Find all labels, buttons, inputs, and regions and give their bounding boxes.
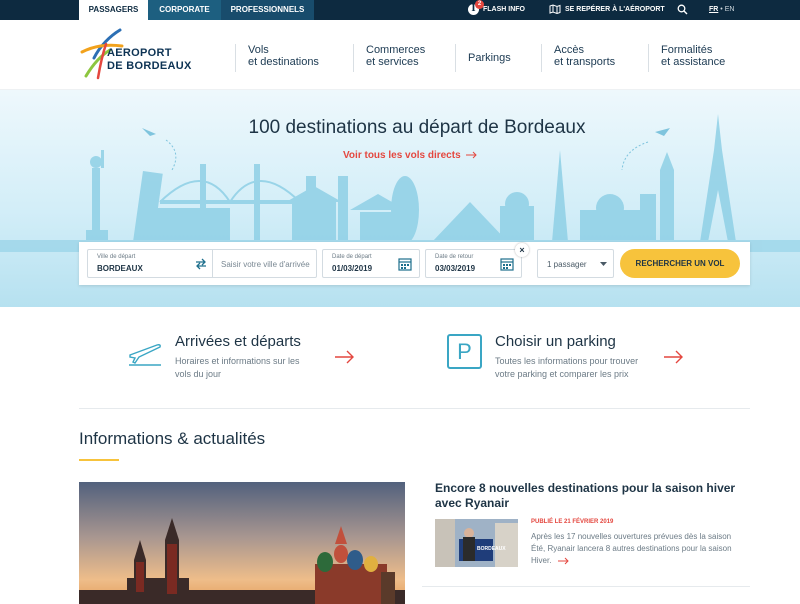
passengers-value: 1 passager	[547, 260, 587, 269]
nav-commerces-line2: et services	[366, 56, 419, 68]
departure-city-label: Ville de départ	[97, 254, 136, 260]
nav-vols-line1: Vols	[248, 44, 269, 56]
calendar-icon	[398, 258, 412, 271]
search-icon	[677, 4, 688, 15]
top-bar: PASSAGERS CORPORATE PROFESSIONNELS i 2 FLA…	[0, 0, 800, 20]
map-icon	[549, 4, 561, 15]
news-article-title[interactable]: Encore 8 nouvelles destinations pour la …	[435, 481, 755, 511]
news-article-thumbnail[interactable]: BORDEAUX	[435, 519, 518, 567]
airport-map-label: SE REPÉRER À L'AÉROPORT	[565, 6, 665, 13]
departure-date-field[interactable]: Date de départ 01/03/2019	[322, 249, 420, 278]
arrivals-departures-title[interactable]: Arrivées et départs	[175, 333, 301, 350]
section-divider	[79, 408, 750, 409]
departure-date-value: 01/03/2019	[332, 264, 373, 273]
departure-city-value: BORDEAUX	[97, 264, 143, 273]
parking-desc: Toutes les informations pour trouver vot…	[495, 355, 638, 381]
news-article-date: PUBLIÉ LE 21 FÉVRIER 2019	[531, 519, 614, 525]
departure-city-field[interactable]: Ville de départ BORDEAUX Saisir votre vi…	[87, 249, 317, 278]
flight-search-form: Ville de départ BORDEAUX Saisir votre vi…	[79, 242, 750, 285]
arrow-right-icon[interactable]	[557, 557, 570, 565]
hero-title: 100 destinations au départ de Bordeaux	[248, 117, 586, 138]
flash-info-link[interactable]: i 2 FLASH INFO	[468, 0, 525, 20]
nav-formalites[interactable]: Formalités et assistance	[648, 44, 725, 72]
all-flights-link[interactable]: Voir tous les vols directs	[343, 150, 478, 161]
nav-parkings[interactable]: Parkings	[455, 44, 511, 72]
search-button[interactable]	[677, 0, 688, 20]
airport-logo-text[interactable]: AEROPORT DE BORDEAUX	[107, 47, 192, 73]
news-featured-image[interactable]	[79, 482, 405, 604]
notification-badge: 2	[475, 0, 484, 9]
arrivals-desc-line1: Horaires et informations sur les	[175, 356, 300, 366]
all-flights-label: Voir tous les vols directs	[343, 150, 461, 161]
departure-date-label: Date de départ	[332, 254, 372, 260]
nav-acces-line1: Accès	[554, 44, 584, 56]
arrow-right-icon[interactable]	[335, 350, 355, 364]
swap-icon[interactable]	[195, 258, 207, 270]
nav-acces[interactable]: Accès et transports	[541, 44, 615, 72]
info-icon: i2	[468, 0, 484, 15]
parking-icon: P	[447, 334, 482, 369]
logo-line-1: AEROPORT	[107, 47, 172, 59]
nav-parkings-label: Parkings	[468, 52, 511, 64]
calendar-icon	[500, 258, 514, 271]
lang-fr[interactable]: FR	[709, 6, 718, 13]
search-flight-button[interactable]: RECHERCHER UN VOL	[620, 249, 740, 278]
return-date-value: 03/03/2019	[435, 264, 476, 273]
tab-passagers[interactable]: PASSAGERS	[79, 0, 148, 20]
main-header: AEROPORT DE BORDEAUX Vols et destination…	[0, 20, 800, 90]
language-switcher: FR • EN	[709, 0, 734, 20]
arrivals-departures-desc: Horaires et informations sur les vols du…	[175, 355, 300, 381]
ryanair-promo-illustration	[435, 519, 518, 567]
chevron-down-icon	[600, 262, 607, 266]
nav-vols-line2: et destinations	[248, 56, 319, 68]
return-date-label: Date de retour	[435, 254, 474, 260]
nav-formalites-line2: et assistance	[661, 56, 726, 68]
news-divider	[422, 586, 750, 587]
arrival-city-input[interactable]: Saisir votre ville d'arrivée	[221, 260, 310, 269]
arrow-right-icon	[466, 152, 478, 159]
news-article-excerpt: Après les 17 nouvelles ouvertures prévue…	[531, 531, 743, 567]
airport-map-link[interactable]: SE REPÉRER À L'AÉROPORT	[549, 0, 665, 20]
plane-takeoff-icon	[129, 344, 161, 366]
flash-info-label: FLASH INFO	[483, 6, 525, 13]
news-section-title: Informations & actualités	[79, 429, 266, 448]
title-underline	[79, 459, 119, 461]
lang-en[interactable]: EN	[725, 6, 735, 13]
parking-desc-line2: votre parking et comparer les prix	[495, 369, 629, 379]
arrivals-desc-line2: vols du jour	[175, 369, 222, 379]
clear-return-date-button[interactable]: ×	[515, 243, 529, 257]
nav-commerces[interactable]: Commerces et services	[353, 44, 425, 72]
moscow-kremlin-illustration	[79, 482, 405, 604]
return-date-field[interactable]: Date de retour 03/03/2019	[425, 249, 522, 278]
parking-desc-line1: Toutes les informations pour trouver	[495, 356, 639, 366]
tab-corporate[interactable]: CORPORATE	[148, 0, 221, 20]
lang-separator: •	[720, 6, 723, 13]
tab-professionnels[interactable]: PROFESSIONNELS	[221, 0, 314, 20]
thumbnail-sign-text: BORDEAUX	[477, 546, 506, 552]
logo-line-2: DE BORDEAUX	[107, 60, 192, 72]
nav-commerces-line1: Commerces	[366, 44, 426, 56]
nav-vols[interactable]: Vols et destinations	[235, 44, 319, 72]
passengers-select[interactable]: 1 passager	[537, 249, 614, 278]
parking-title[interactable]: Choisir un parking	[495, 333, 616, 350]
arrow-right-icon[interactable]	[664, 350, 684, 364]
nav-acces-line2: et transports	[554, 56, 616, 68]
nav-formalites-line1: Formalités	[661, 44, 713, 56]
